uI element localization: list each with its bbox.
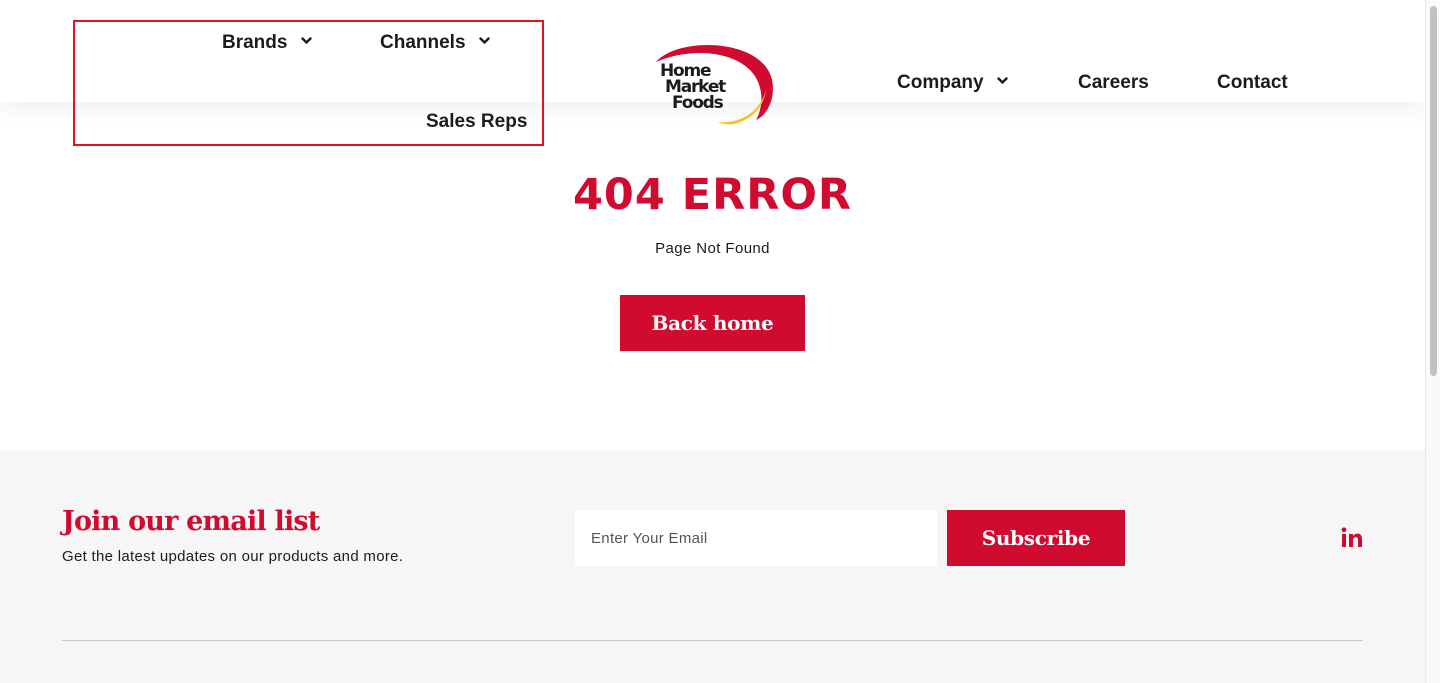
nav-channels-label: Channels bbox=[380, 32, 466, 53]
chevron-down-icon bbox=[301, 37, 312, 45]
nav-company[interactable]: Company bbox=[897, 72, 1008, 94]
back-home-button[interactable]: Back home bbox=[620, 295, 805, 351]
subscribe-button[interactable]: Subscribe bbox=[947, 510, 1125, 566]
email-list-title: Join our email list bbox=[62, 506, 320, 537]
nav-contact[interactable]: Contact bbox=[1217, 72, 1288, 94]
scrollbar-thumb[interactable] bbox=[1430, 6, 1437, 376]
chevron-down-icon bbox=[997, 77, 1008, 85]
nav-careers[interactable]: Careers bbox=[1078, 72, 1149, 94]
nav-sales-reps[interactable]: Sales Reps bbox=[426, 111, 527, 133]
error-subtitle: Page Not Found bbox=[655, 240, 770, 257]
nav-company-label: Company bbox=[897, 72, 984, 93]
nav-contact-label: Contact bbox=[1217, 72, 1288, 93]
home-market-foods-logo[interactable]: Home Market Foods bbox=[648, 40, 778, 126]
nav-channels[interactable]: Channels bbox=[380, 32, 490, 54]
nav-brands[interactable]: Brands bbox=[222, 32, 312, 54]
page-scrollbar[interactable] bbox=[1425, 0, 1440, 683]
logo-text-foods: Foods bbox=[672, 93, 724, 113]
email-list-description: Get the latest updates on our products a… bbox=[62, 548, 404, 565]
page: Brands Channels Sales Reps Company Caree… bbox=[0, 0, 1425, 683]
main-content: 404 ERROR Page Not Found Back home bbox=[0, 102, 1425, 451]
error-title: 404 ERROR bbox=[573, 170, 852, 220]
site-footer: Join our email list Get the latest updat… bbox=[0, 451, 1425, 683]
nav-brands-label: Brands bbox=[222, 32, 288, 53]
chevron-down-icon bbox=[479, 37, 490, 45]
email-input[interactable] bbox=[575, 510, 937, 566]
nav-sales-reps-label: Sales Reps bbox=[426, 111, 528, 132]
footer-divider bbox=[62, 640, 1363, 641]
nav-careers-label: Careers bbox=[1078, 72, 1149, 93]
linkedin-icon[interactable] bbox=[1341, 527, 1363, 547]
